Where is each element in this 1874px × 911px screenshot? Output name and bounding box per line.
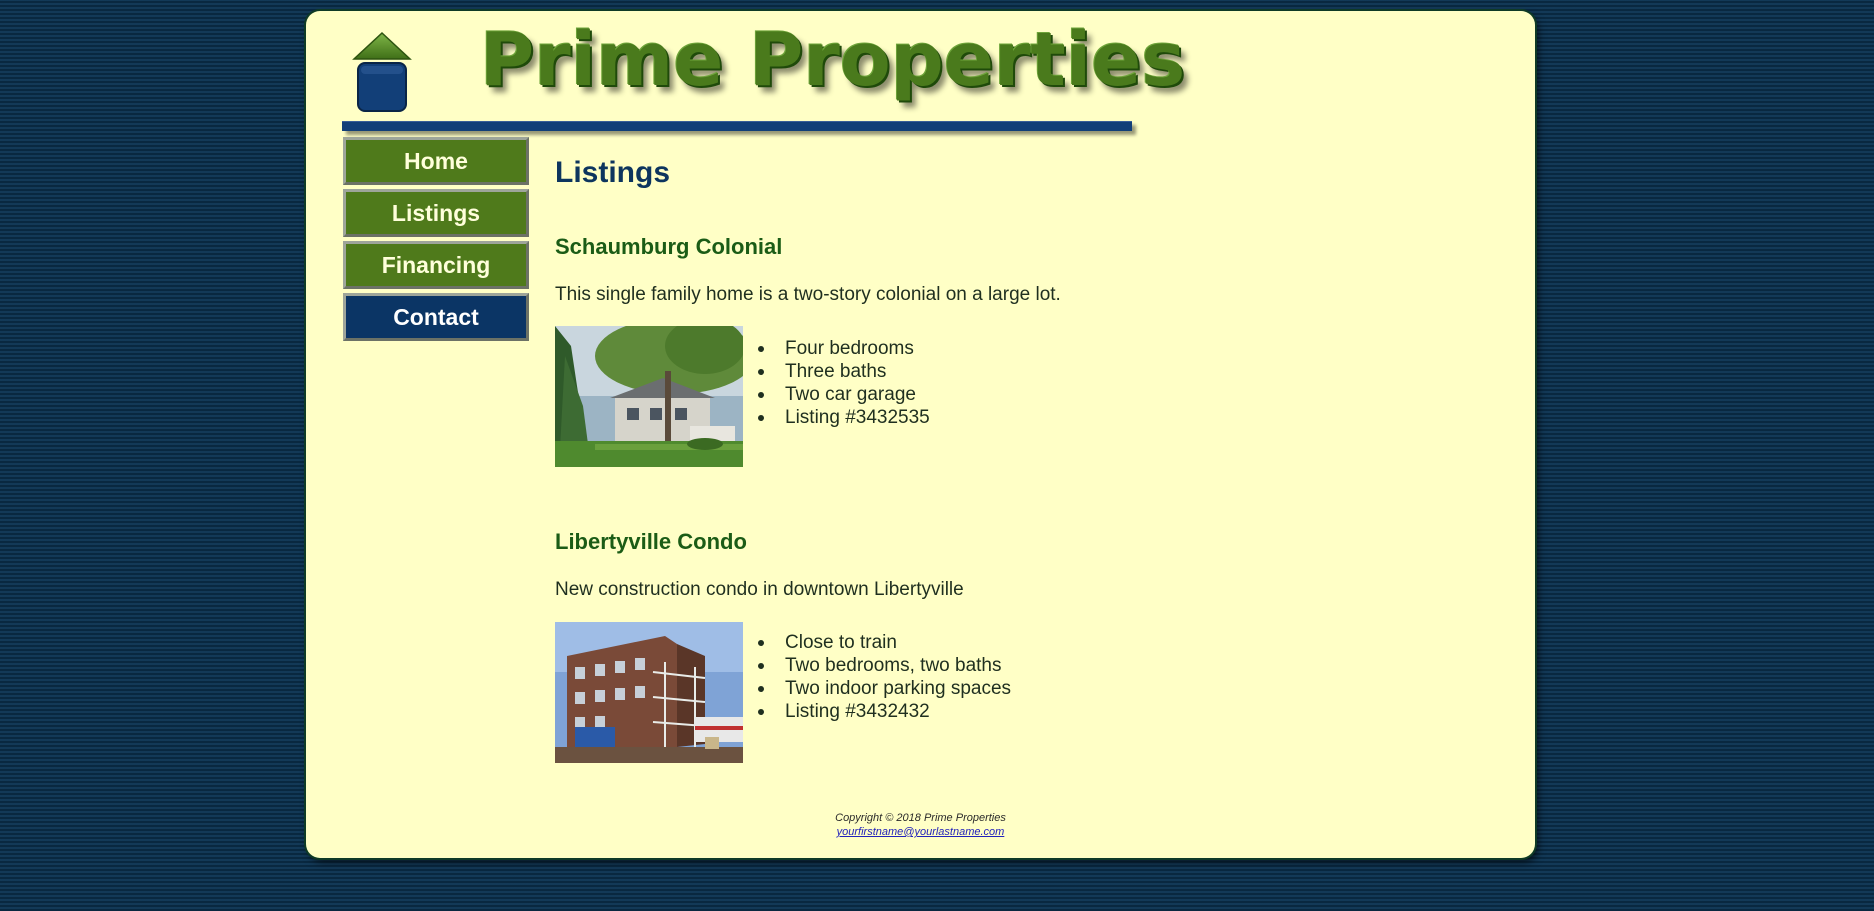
list-item: Four bedrooms [755, 337, 930, 360]
copyright-text: Copyright © 2018 Prime Properties [835, 812, 1006, 824]
list-item: Listing #3432535 [755, 406, 930, 429]
colonial-house-photo [555, 326, 743, 467]
listing-description: This single family home is a two-story c… [555, 284, 1061, 305]
nav-listings-button[interactable]: Listings [343, 189, 529, 237]
listing-features: Four bedrooms Three baths Two car garage… [755, 337, 930, 429]
listing-features: Close to train Two bedrooms, two baths T… [755, 631, 1011, 723]
email-link[interactable]: yourfirstname@yourlastname.com [837, 826, 1005, 838]
condo-building-photo [555, 622, 743, 763]
nav-contact-button[interactable]: Contact [343, 293, 529, 341]
list-item: Listing #3432432 [755, 700, 1011, 723]
list-item: Close to train [755, 631, 1011, 654]
site-logo-text[interactable]: Prime Properties [480, 17, 1185, 103]
site-header: Prime Properties [342, 17, 1185, 131]
house-icon [352, 31, 412, 112]
main-nav: Home Listings Financing Contact [343, 137, 529, 345]
header-divider [342, 121, 1132, 131]
nav-home-button[interactable]: Home [343, 137, 529, 185]
listing-description: New construction condo in downtown Liber… [555, 579, 964, 600]
nav-financing-button[interactable]: Financing [343, 241, 529, 289]
site-footer: Copyright © 2018 Prime Properties yourfi… [306, 811, 1535, 839]
page-title: Listings [555, 156, 671, 189]
listing-title: Schaumburg Colonial [555, 234, 783, 259]
page-panel: Prime Properties Home Listings Financing… [306, 11, 1535, 858]
listing-title: Libertyville Condo [555, 529, 747, 554]
list-item: Two bedrooms, two baths [755, 654, 1011, 677]
list-item: Three baths [755, 360, 930, 383]
list-item: Two indoor parking spaces [755, 677, 1011, 700]
list-item: Two car garage [755, 383, 930, 406]
